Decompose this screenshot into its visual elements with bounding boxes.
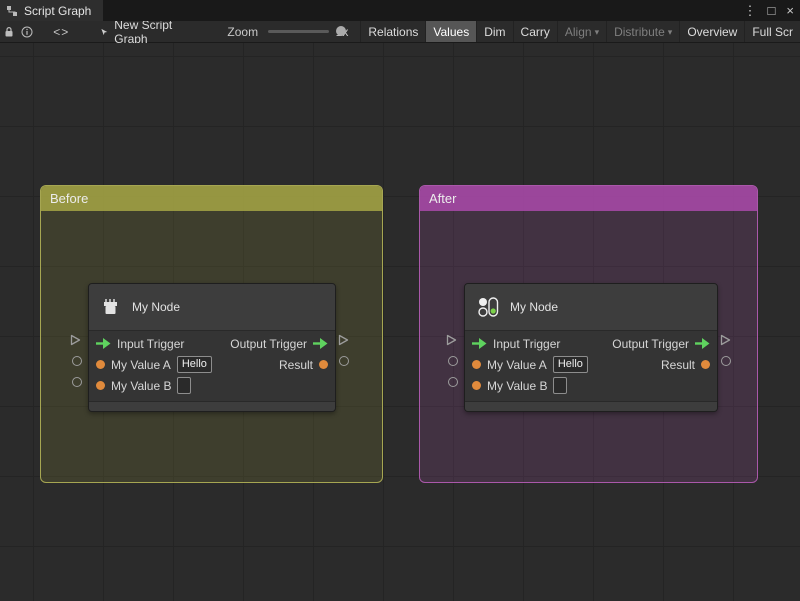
external-trigger-port[interactable] [338,334,349,346]
distribute-button[interactable]: Distribute ▾ [606,21,679,42]
port-label: Result [278,357,313,372]
my-value-b-field[interactable] [553,377,568,394]
my-value-b-field[interactable] [177,377,192,394]
info-icon[interactable] [18,21,36,42]
node-body: Input Trigger Output Trigger My Value A … [89,331,335,401]
external-value-port[interactable] [72,356,82,366]
script-graph-asset-icon [101,28,108,35]
code-icon[interactable]: <> [49,21,74,42]
port-label: Input Trigger [493,336,561,351]
output-trigger-port[interactable]: Output Trigger [612,337,710,351]
toolbar-buttons: Relations Values Dim Carry Align ▾ Distr… [360,21,800,42]
external-trigger-port[interactable] [720,334,731,346]
port-label: Input Trigger [117,336,185,351]
external-value-port[interactable] [448,377,458,387]
fullscreen-button[interactable]: Full Scr [744,21,800,42]
group-title: Before [50,191,89,206]
port-label: My Value A [487,357,547,372]
my-value-b-port[interactable]: My Value B [96,377,192,394]
graph-title-area: New Script Graph [100,18,179,46]
input-trigger-port[interactable]: Input Trigger [472,337,560,351]
flow-arrow-icon [472,338,487,349]
value-port-icon [96,360,105,369]
port-row: My Value B [89,375,335,396]
my-value-b-port[interactable]: My Value B [472,377,568,394]
port-label: My Value B [111,378,172,393]
zoom-label: Zoom [227,24,259,39]
chevron-down-icon: ▾ [667,27,673,37]
output-trigger-port[interactable]: Output Trigger [230,337,328,351]
external-value-port[interactable] [721,356,731,366]
value-port-icon [472,360,481,369]
carry-button[interactable]: Carry [512,21,557,42]
overview-button[interactable]: Overview [679,21,744,42]
flow-arrow-icon [96,338,111,349]
chevron-down-icon: ▾ [594,27,600,37]
node-icon-after [478,297,499,317]
port-label: My Value B [487,378,548,393]
maximize-icon[interactable]: □ [768,4,776,17]
node-body: Input Trigger Output Trigger My Value A … [465,331,717,401]
node-header[interactable]: My Node [89,284,335,331]
align-button-label: Align [564,24,592,39]
result-port[interactable]: Result [279,358,328,372]
node-footer [89,401,335,411]
node-icon-before [104,299,117,314]
flow-arrow-icon [313,338,328,349]
group-title: After [429,191,457,206]
value-port-icon [701,360,710,369]
flow-arrow-icon [695,338,710,349]
result-port[interactable]: Result [661,358,710,372]
port-label: Output Trigger [230,336,307,351]
port-label: My Value A [111,357,171,372]
external-trigger-port[interactable] [70,334,81,346]
graph-canvas[interactable]: Before After My Node Input Trigger Outpu… [0,43,800,601]
tab-script-graph[interactable]: Script Graph [0,0,104,21]
my-value-a-field[interactable]: Hello [552,356,588,373]
graph-icon [7,5,17,16]
node-footer [465,401,717,411]
port-label: Output Trigger [612,336,689,351]
tab-label: Script Graph [24,3,92,18]
external-trigger-port[interactable] [446,334,457,346]
my-value-a-port[interactable]: My Value A Hello [96,356,212,373]
lock-icon[interactable] [0,21,18,42]
node-my-node-after[interactable]: My Node Input Trigger Output Trigger My … [464,283,718,412]
input-trigger-port[interactable]: Input Trigger [96,337,184,351]
zoom-slider-track[interactable] [268,30,329,33]
my-value-a-field[interactable]: Hello [176,356,212,373]
port-label: Result [660,357,695,372]
my-value-a-port[interactable]: My Value A Hello [472,356,588,373]
node-my-node-before[interactable]: My Node Input Trigger Output Trigger My … [88,283,336,412]
node-title: My Node [132,300,181,314]
tab-bar: Script Graph ⋮ □ × [0,0,800,21]
distribute-button-label: Distribute [614,24,665,39]
relations-button[interactable]: Relations [360,21,425,42]
value-port-icon [96,381,105,390]
node-header[interactable]: My Node [465,284,717,331]
external-value-port[interactable] [448,356,458,366]
dim-button[interactable]: Dim [476,21,512,42]
values-button[interactable]: Values [425,21,477,42]
port-row: My Value A Hello Result [89,354,335,375]
close-icon[interactable]: × [786,4,794,17]
menu-icon[interactable]: ⋮ [744,4,757,17]
port-row: Input Trigger Output Trigger [89,333,335,354]
node-title: My Node [510,300,559,314]
zoom-slider[interactable] [268,21,347,42]
value-port-icon [319,360,328,369]
value-port-icon [472,381,481,390]
toolbar: <> New Script Graph Zoom 1x Relations Va… [0,18,800,46]
group-before-header[interactable]: Before [41,186,382,211]
port-row: My Value A Hello Result [465,354,717,375]
group-after-header[interactable]: After [420,186,757,211]
external-value-port[interactable] [72,377,82,387]
external-value-port[interactable] [339,356,349,366]
port-row: My Value B [465,375,717,396]
align-button[interactable]: Align ▾ [556,21,606,42]
graph-title: New Script Graph [114,17,173,46]
port-row: Input Trigger Output Trigger [465,333,717,354]
window-controls: ⋮ □ × [744,0,794,21]
